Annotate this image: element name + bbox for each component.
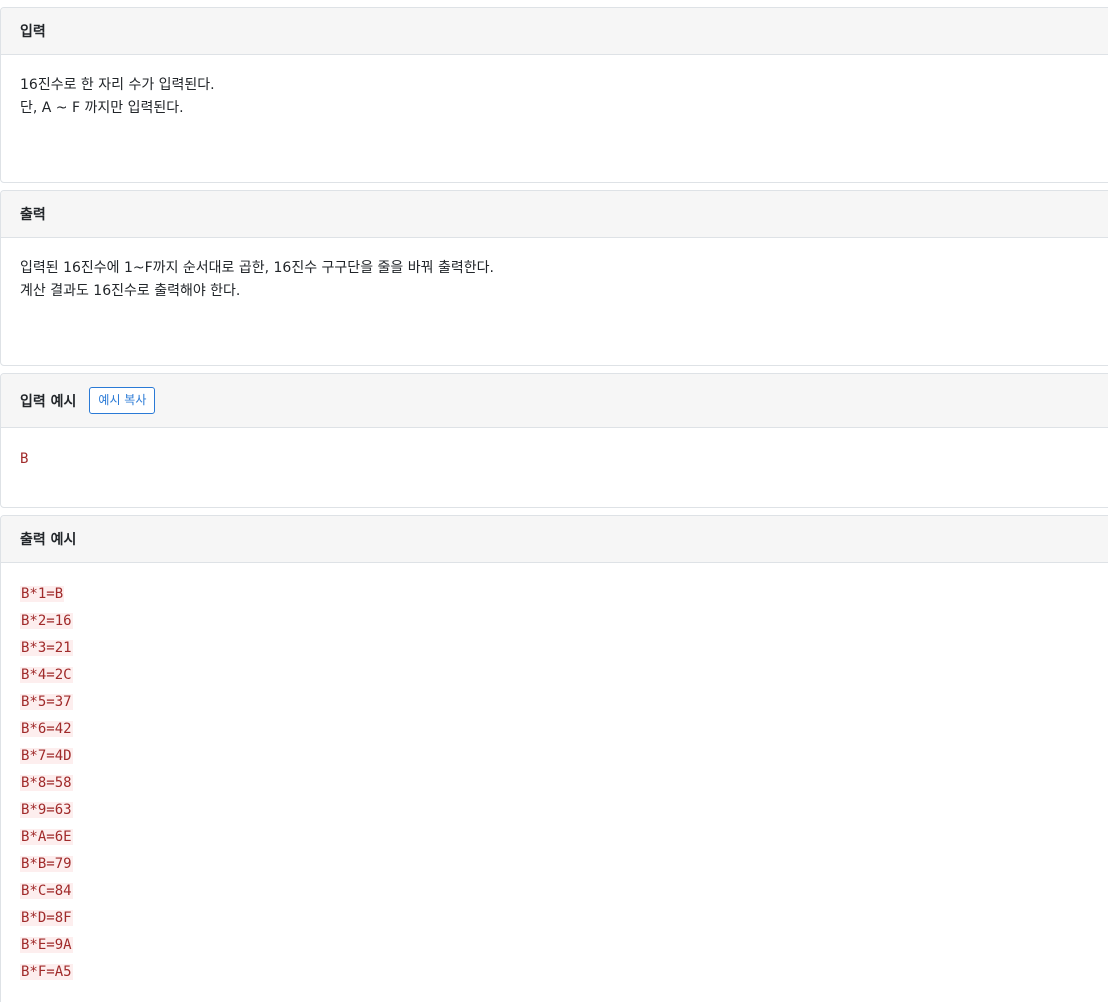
output-line: B*3=21 <box>20 640 73 656</box>
output-line: B*9=63 <box>20 802 73 818</box>
output-section: 출력 입력된 16진수에 1~F까지 순서대로 곱한, 16진수 구구단을 줄을… <box>0 190 1108 366</box>
input-example-title: 입력 예시 <box>20 393 77 410</box>
output-line: B*C=84 <box>20 883 73 899</box>
input-example-section: 입력 예시 예시 복사 B <box>0 373 1108 508</box>
output-line: B*4=2C <box>20 667 73 683</box>
input-example-value: B <box>20 451 29 467</box>
output-line: B*E=9A <box>20 937 73 953</box>
copy-example-button[interactable]: 예시 복사 <box>89 387 156 414</box>
output-line: B*B=79 <box>20 856 73 872</box>
output-line: B*8=58 <box>20 775 73 791</box>
output-section-header: 출력 <box>1 191 1108 238</box>
output-line: B*2=16 <box>20 613 73 629</box>
output-example-body: B*1=B B*2=16 B*3=21 B*4=2C B*5=37 B*6=42… <box>1 563 1108 986</box>
problem-page: 입력 16진수로 한 자리 수가 입력된다. 단, A ~ F 까지만 입력된다… <box>0 0 1108 1002</box>
input-section-header: 입력 <box>1 8 1108 55</box>
output-example-title: 출력 예시 <box>20 532 77 548</box>
output-line: B*D=8F <box>20 910 73 926</box>
output-description-line: 입력된 16진수에 1~F까지 순서대로 곱한, 16진수 구구단을 줄을 바꿔… <box>20 260 494 276</box>
output-example-section: 출력 예시 B*1=B B*2=16 B*3=21 B*4=2C B*5=37 … <box>0 515 1108 1002</box>
output-section-body: 입력된 16진수에 1~F까지 순서대로 곱한, 16진수 구구단을 줄을 바꿔… <box>1 238 1108 303</box>
input-section-title: 입력 <box>20 24 46 40</box>
input-section: 입력 16진수로 한 자리 수가 입력된다. 단, A ~ F 까지만 입력된다… <box>0 7 1108 183</box>
output-line: B*5=37 <box>20 694 73 710</box>
input-section-body: 16진수로 한 자리 수가 입력된다. 단, A ~ F 까지만 입력된다. <box>1 55 1108 120</box>
input-example-body: B <box>1 428 1108 471</box>
input-description-line: 단, A ~ F 까지만 입력된다. <box>20 100 184 116</box>
output-line: B*F=A5 <box>20 964 73 980</box>
output-example-header: 출력 예시 <box>1 516 1108 563</box>
output-example-code: B*1=B B*2=16 B*3=21 B*4=2C B*5=37 B*6=42… <box>20 581 1100 986</box>
input-description-line: 16진수로 한 자리 수가 입력된다. <box>20 77 215 93</box>
input-example-header: 입력 예시 예시 복사 <box>1 374 1108 428</box>
output-line: B*7=4D <box>20 748 73 764</box>
output-line: B*1=B <box>20 586 65 602</box>
output-line: B*6=42 <box>20 721 73 737</box>
output-line: B*A=6E <box>20 829 73 845</box>
output-description-line: 계산 결과도 16진수로 출력해야 한다. <box>20 283 241 299</box>
output-section-title: 출력 <box>20 207 46 223</box>
